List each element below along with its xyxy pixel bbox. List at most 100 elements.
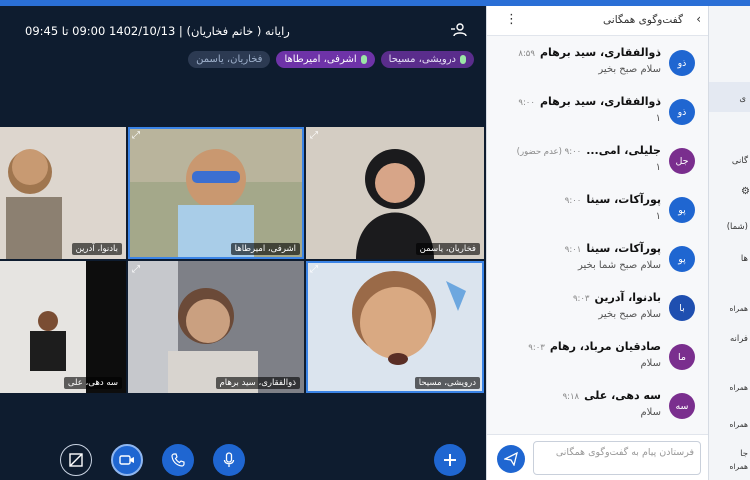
list-item: جل جلیلی، امی... ۹:۰۰ (عدم حضور) ۱ [487,138,709,186]
speaker-chip: فخاریان، یاسمن [188,51,271,68]
video-tile[interactable]: ⤢ اشرفی، امیرطاها [128,127,304,259]
more-options-icon[interactable]: ⋮ [505,12,518,27]
list-item: ذو ذوالفقاری، سید برهام ۹:۰۰ ۱ [487,89,709,137]
chat-title: گفت‌وگوی همگانی [603,14,683,26]
sender-name: پورآکات، سینا [586,242,661,255]
sender-name: پورآکات، سینا [586,193,661,206]
avatar: ذو [669,99,695,125]
message-sender: بادنوا، آدرین ۹:۰۳ [573,291,661,304]
send-button[interactable] [497,445,525,473]
side-row[interactable]: ی [739,94,746,104]
speaker-chip: درویشی، مسیحا [380,51,474,68]
chat-panel: ‹ گفت‌وگوی همگانی ⋮ ذو ذوالفقاری، سید بر… [486,6,709,480]
message-time: ۹:۰۳ [572,294,590,304]
participant-label: اشرفی، امیرطاها [230,243,300,255]
expand-icon[interactable]: ⤢ [132,130,144,142]
message-sender: پورآکات، سینا ۹:۰۱ [565,242,661,255]
message-sender: صادقیان مرباد، رهام ۹:۰۳ [528,340,661,353]
avatar: پو [669,246,695,272]
chat-header: ‹ گفت‌وگوی همگانی ⋮ [487,6,709,36]
message-composer: فرستادن پیام به گفت‌وگوی همگانی [487,434,709,480]
microphone-button[interactable] [213,444,245,476]
message-input[interactable]: فرستادن پیام به گفت‌وگوی همگانی [533,441,701,475]
speaker-chip: اشرفی، امیرطاها [276,51,375,68]
message-text: سلام [640,358,661,369]
side-row[interactable]: گانی [732,156,748,166]
expand-icon[interactable]: ⤢ [310,130,322,142]
participant-video [306,127,484,259]
mic-icon [460,55,466,64]
message-text: سلام [640,407,661,418]
message-time: ۹:۱۸ [562,392,580,402]
video-tile[interactable]: بادنوا، آدرین [0,127,126,259]
speaker-name: اشرفی، امیرطاها [284,54,357,65]
speaker-name: درویشی، مسیحا [388,54,456,65]
message-time: ۹:۰۱ [564,245,582,255]
message-sender: سه دهی، علی ۹:۱۸ [563,389,661,402]
participant-video [128,261,304,393]
sender-name: بادنوا، آدرین [594,291,662,304]
participant-label: بادنوا، آدرین [71,243,122,255]
message-sender: ذوالفقاری، سید برهام ۹:۰۰ [518,95,661,108]
sender-name: صادقیان مرباد، رهام [549,340,661,353]
mic-icon [360,55,367,64]
share-screen-icon [69,453,83,467]
message-text: سلام صبح شما بخیر [577,260,661,271]
avatar: با [669,295,695,321]
expand-icon[interactable]: ⤢ [132,264,144,276]
participant-video [306,261,484,393]
plus-icon [444,454,456,466]
message-time: ۸:۵۹ [518,49,535,59]
message-text: ۱ [655,113,661,124]
participant-video [0,261,126,393]
camera-button[interactable] [111,444,143,476]
video-tile[interactable]: ⤢ ذوالفقاری، سید برهام [128,261,304,393]
meeting-area: رایانه ( خانم فخاریان) | 1402/10/13 09:0… [0,6,486,480]
message-time: ۹:۰۰ [564,196,582,206]
gear-icon[interactable]: ⚙ [711,186,750,197]
participant-video [128,127,304,259]
side-row[interactable]: همراه [730,420,748,429]
message-sender: پورآکات، سینا ۹:۰۰ [565,193,661,206]
sender-name: ذوالفقاری، سید برهام [539,46,661,59]
actions-plus-button[interactable] [434,444,466,476]
message-time: ۹:۰۳ [528,343,545,353]
video-tile[interactable]: سه دهی، علی [0,261,126,393]
list-item: با بادنوا، آدرین ۹:۰۳ سلام صبح بخیر [487,285,709,333]
chevron-left-icon[interactable]: ‹ [696,12,701,26]
video-tile[interactable]: ⤢ درویشی، مسیحا [306,261,484,393]
side-row[interactable]: (شما) [727,222,748,232]
message-text: ۱ [655,162,661,173]
side-row[interactable]: فرانه [730,334,748,344]
message-sender: ذوالفقاری، سید برهام ۸:۵۹ [518,46,661,59]
message-time: ۹:۰۰ (عدم حضور) [516,147,582,157]
side-row[interactable]: همراه [730,304,748,313]
participant-label: سه دهی، علی [63,377,122,389]
participant-label: فخاریان، یاسمن [415,243,480,255]
phone-icon [171,453,185,467]
avatar: سه [669,393,695,419]
side-row[interactable]: همراه [730,383,748,392]
expand-icon[interactable]: ⤢ [310,264,322,276]
share-screen-button[interactable] [60,444,92,476]
side-row[interactable]: ها [741,254,748,264]
sender-name: سه دهی، علی [584,389,661,402]
phone-button[interactable] [162,444,194,476]
list-item: پو پورآکات، سینا ۹:۰۱ سلام صبح شما بخیر [487,236,709,284]
list-item: ذو ذوالفقاری، سید برهام ۸:۵۹ سلام صبح بخی… [487,40,709,88]
sender-name: جلیلی، امی... [586,144,661,157]
list-item: پو پورآکات، سینا ۹:۰۰ ۱ [487,187,709,235]
participants-icon[interactable] [450,23,468,37]
avatar: جل [669,148,695,174]
active-speakers: درویشی، مسیحا اشرفی، امیرطاها فخاریان، ی… [188,51,474,68]
side-row[interactable]: جا [740,449,748,459]
speaker-name: فخاریان، یاسمن [196,54,263,65]
message-time: ۹:۰۰ [518,98,535,108]
message-text: ۱ [655,211,661,222]
avatar: ذو [669,50,695,76]
video-camera-icon [119,455,134,465]
participant-label: ذوالفقاری، سید برهام [215,377,300,389]
side-row[interactable]: همراه [730,462,748,471]
video-tile[interactable]: ⤢ فخاریان، یاسمن [306,127,484,259]
meeting-title: رایانه ( خانم فخاریان) | 1402/10/13 09:0… [25,24,290,38]
